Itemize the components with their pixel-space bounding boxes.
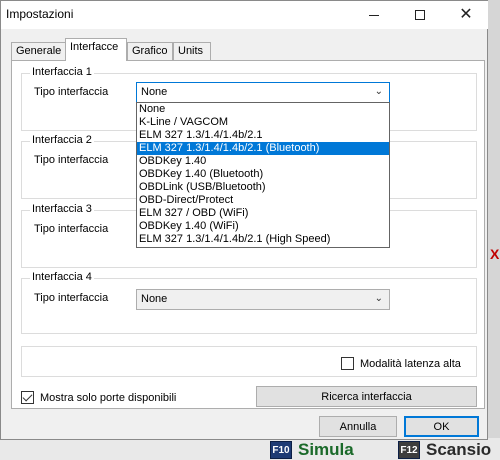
available-ports-label: Mostra solo porte disponibili xyxy=(40,391,177,404)
interface-1-type-label: Tipo interfaccia xyxy=(34,86,109,98)
chevron-down-icon: ⌄ xyxy=(374,86,383,97)
dropdown-option[interactable]: K-Line / VAGCOM xyxy=(137,116,389,129)
dropdown-option-highlighted[interactable]: ELM 327 1.3/1.4/1.4b/2.1 (Bluetooth) xyxy=(137,142,389,155)
interface-type-dropdown-list: None K-Line / VAGCOM ELM 327 1.3/1.4/1.4… xyxy=(136,102,390,248)
close-button[interactable]: ✕ xyxy=(443,1,489,29)
f12-scan-button[interactable]: F12 Scansio xyxy=(398,440,491,460)
interface-3-title: Interfaccia 3 xyxy=(30,203,94,215)
maximize-icon xyxy=(415,10,425,20)
tab-units[interactable]: Units xyxy=(173,42,211,60)
interface-1-title: Interfaccia 1 xyxy=(30,66,94,78)
high-latency-checkbox[interactable] xyxy=(341,357,354,370)
tab-generale[interactable]: Generale xyxy=(11,42,66,60)
f10-label: Simula xyxy=(298,440,354,459)
tab-grafico[interactable]: Grafico xyxy=(127,42,173,60)
chevron-down-icon: ⌄ xyxy=(374,293,383,304)
tab-interfacce[interactable]: Interfacce xyxy=(65,38,127,61)
close-icon: ✕ xyxy=(459,6,473,23)
interface-2-type-label: Tipo interfaccia xyxy=(34,154,109,166)
interface-3-type-label: Tipo interfaccia xyxy=(34,223,109,235)
dropdown-option[interactable]: OBDKey 1.40 xyxy=(137,155,389,168)
interface-4-selected-value: None xyxy=(141,293,168,305)
dropdown-option[interactable]: OBD-Direct/Protect xyxy=(137,194,389,207)
interface-4-type-select[interactable]: None ⌄ xyxy=(136,289,390,310)
high-latency-mode-option[interactable]: Modalità latenza alta xyxy=(341,357,461,370)
minimize-button[interactable] xyxy=(351,1,397,29)
dropdown-option[interactable]: OBDKey 1.40 (Bluetooth) xyxy=(137,168,389,181)
title-bar[interactable]: Impostazioni ✕ xyxy=(1,1,488,29)
cancel-button[interactable]: Annulla xyxy=(319,416,397,437)
interface-1-type-select[interactable]: None ⌄ xyxy=(136,82,390,103)
search-interface-button[interactable]: Ricerca interfaccia xyxy=(256,386,477,407)
maximize-button[interactable] xyxy=(397,1,443,29)
f10-key-badge: F10 xyxy=(270,441,292,459)
interface-4-type-label: Tipo interfaccia xyxy=(34,292,109,304)
interface-1-selected-value: None xyxy=(141,86,168,98)
f10-simulate-button[interactable]: F10 Simula xyxy=(270,440,354,460)
settings-dialog: Impostazioni ✕ Generale Interfacce Grafi… xyxy=(0,0,488,440)
f12-key-badge: F12 xyxy=(398,441,420,459)
dropdown-option[interactable]: ELM 327 1.3/1.4/1.4b/2.1 (High Speed) xyxy=(137,233,389,246)
interface-4-group: Interfaccia 4 Tipo interfaccia None ⌄ xyxy=(21,271,477,334)
dropdown-option[interactable]: ELM 327 1.3/1.4/1.4b/2.1 xyxy=(137,129,389,142)
background-app-fragment: X xyxy=(490,246,500,262)
available-ports-checkbox[interactable] xyxy=(21,391,34,404)
interface-2-title: Interfaccia 2 xyxy=(30,134,94,146)
background-app-panel xyxy=(488,0,500,440)
dropdown-option[interactable]: OBDLink (USB/Bluetooth) xyxy=(137,181,389,194)
interface-4-title: Interfaccia 4 xyxy=(30,271,94,283)
ok-button[interactable]: OK xyxy=(404,416,479,437)
dropdown-option[interactable]: OBDKey 1.40 (WiFi) xyxy=(137,220,389,233)
dropdown-option[interactable]: None xyxy=(137,103,389,116)
window-title: Impostazioni xyxy=(6,7,74,21)
dropdown-option[interactable]: ELM 327 / OBD (WiFi) xyxy=(137,207,389,220)
available-ports-only-option[interactable]: Mostra solo porte disponibili xyxy=(21,391,176,404)
f12-label: Scansio xyxy=(426,440,492,459)
minimize-icon xyxy=(369,14,379,16)
high-latency-label: Modalità latenza alta xyxy=(360,357,461,370)
